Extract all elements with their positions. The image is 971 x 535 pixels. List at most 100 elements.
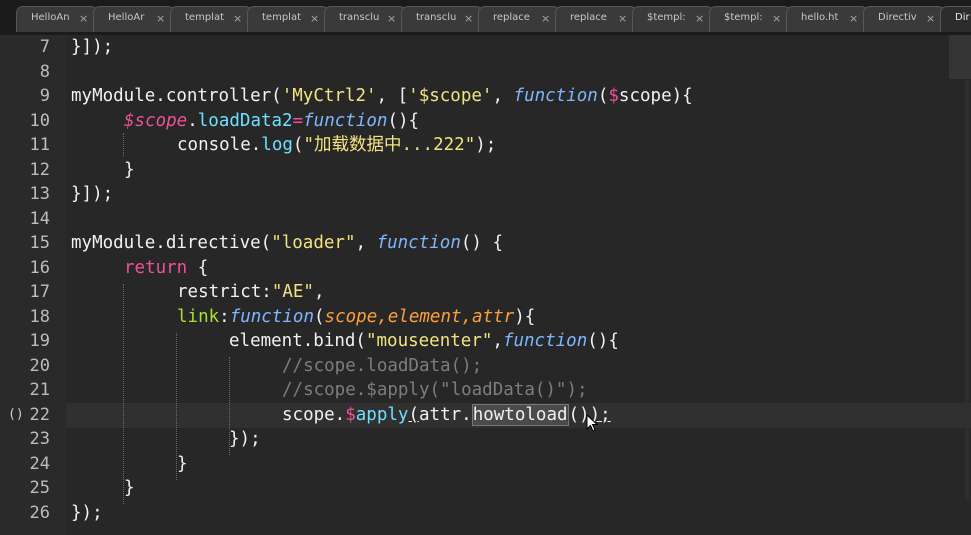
- string-token: 'MyCtrl2': [281, 86, 377, 106]
- function-keyword: function: [502, 331, 588, 351]
- close-icon[interactable]: ×: [849, 12, 858, 25]
- minimap[interactable]: [949, 35, 971, 79]
- selected-word-token: howtoload: [471, 403, 569, 426]
- tab-label: HelloAr: [108, 12, 145, 23]
- tab-9[interactable]: $templ: ×: [632, 6, 714, 32]
- code-token: }: [124, 159, 135, 180]
- code-token: scope.: [282, 404, 346, 425]
- dollar-token: $: [608, 86, 619, 106]
- method-token: log: [261, 135, 293, 155]
- code-token: ){: [514, 306, 536, 327]
- code-token: }: [177, 453, 188, 474]
- tab-label: $templ:: [647, 12, 686, 23]
- code-line-10: $scope.loadData2=function(){: [124, 109, 419, 134]
- close-icon[interactable]: ×: [541, 12, 550, 25]
- close-icon[interactable]: ×: [464, 12, 473, 25]
- code-line-22: scope.$apply(attr.howtoload());: [282, 403, 611, 428]
- code-token: }]);: [71, 184, 114, 204]
- string-token: "loader": [271, 233, 356, 253]
- code-editor[interactable]: 7 8 9 10 11 12 13 14 15 16 17 18 19 20 2…: [0, 35, 971, 535]
- code-token: {: [187, 257, 209, 278]
- tab-label: replace: [493, 12, 530, 23]
- code-token: (: [292, 135, 304, 155]
- tab-12[interactable]: Directiv ×: [863, 6, 945, 32]
- line-number: 18: [29, 306, 50, 327]
- comment-token: //scope.$apply("loadData()");: [282, 380, 588, 400]
- line-number: 8: [39, 61, 50, 82]
- tab-7[interactable]: replace ×: [478, 6, 560, 32]
- code-token: myModule.controller(: [71, 86, 282, 106]
- code-token: attr.: [419, 404, 472, 425]
- code-line-16: return {: [124, 256, 208, 281]
- close-icon[interactable]: ×: [233, 12, 242, 25]
- close-icon[interactable]: ×: [695, 12, 704, 25]
- close-icon[interactable]: ×: [79, 12, 88, 25]
- close-icon[interactable]: ×: [772, 12, 781, 25]
- close-icon[interactable]: ×: [310, 12, 319, 25]
- line-number: 25: [29, 478, 50, 498]
- code-token: scope){: [618, 86, 693, 106]
- code-token: }]);: [71, 37, 114, 57]
- dollar-token: $: [345, 404, 356, 425]
- scope-token: $scope: [124, 110, 188, 131]
- code-token: console.: [177, 135, 262, 155]
- close-icon[interactable]: ×: [156, 12, 165, 25]
- code-line-11: console.log("加载数据中...222");: [177, 133, 496, 158]
- code-token: (: [314, 306, 325, 327]
- code-line-18: link:function(scope,element,attr){: [177, 305, 535, 330]
- code-token: });: [229, 429, 261, 449]
- line-number: 14: [29, 208, 50, 229]
- line-number: 10: [29, 110, 50, 131]
- tab-5[interactable]: transclu ×: [324, 6, 406, 32]
- line-number: 16: [29, 257, 50, 278]
- code-line-7: }]);: [71, 35, 113, 60]
- close-icon[interactable]: ×: [618, 12, 627, 25]
- mouse-pointer-icon: [586, 414, 599, 432]
- close-icon[interactable]: ×: [926, 12, 935, 25]
- vertical-scrollbar[interactable]: [965, 80, 969, 500]
- tab-label: replace: [570, 12, 607, 23]
- code-line-19: element.bind("mouseenter",function(){: [229, 329, 619, 354]
- tab-label: $templ:: [724, 12, 763, 23]
- code-token: () {: [460, 233, 504, 253]
- tab-label: transclu: [416, 12, 457, 23]
- tab-label: templat: [262, 12, 301, 23]
- tab-1[interactable]: HelloAn ×: [16, 6, 98, 32]
- tab-8[interactable]: replace ×: [555, 6, 637, 32]
- function-keyword: function: [303, 110, 388, 131]
- code-token: (){: [587, 331, 619, 351]
- line-number: 23: [29, 429, 50, 449]
- property-token: link: [177, 306, 220, 327]
- tab-10[interactable]: $templ: ×: [709, 6, 791, 32]
- line-number: 11: [29, 135, 50, 155]
- code-line-25: }: [124, 476, 135, 501]
- tab-bar: HelloAn × HelloAr × templat × templat × tran…: [0, 0, 971, 35]
- code-line-9: myModule.controller('MyCtrl2', ['$scope'…: [71, 84, 693, 109]
- function-keyword: function: [229, 306, 314, 327]
- tab-label: hello.ht: [801, 12, 839, 23]
- code-token: :: [219, 306, 230, 327]
- line-number: 17: [29, 282, 50, 302]
- code-token: element.bind(: [229, 331, 366, 351]
- bracket-match-token: (: [408, 404, 419, 425]
- operator-token: =: [292, 110, 304, 131]
- tab-6[interactable]: transclu ×: [401, 6, 483, 32]
- line-number: 12: [29, 159, 50, 180]
- tab-label: transclu: [339, 12, 380, 23]
- fold-marker-icon[interactable]: (): [8, 407, 24, 422]
- tab-label: Directiv: [878, 12, 917, 23]
- tab-13-active[interactable]: Dir: [940, 6, 971, 32]
- code-token: }: [124, 478, 135, 498]
- code-token: myModule.directive(: [71, 233, 272, 253]
- tab-4[interactable]: templat ×: [247, 6, 329, 32]
- code-token: );: [475, 135, 497, 155]
- code-token: (: [597, 86, 609, 106]
- line-number: 26: [29, 502, 50, 523]
- line-number: 7: [39, 37, 50, 57]
- string-token: "加载数据中...222": [303, 135, 476, 155]
- tab-11[interactable]: hello.ht ×: [786, 6, 868, 32]
- tab-2[interactable]: HelloAr ×: [93, 6, 175, 32]
- code-token: ,: [313, 282, 325, 302]
- close-icon[interactable]: ×: [387, 12, 396, 25]
- tab-3[interactable]: templat ×: [170, 6, 252, 32]
